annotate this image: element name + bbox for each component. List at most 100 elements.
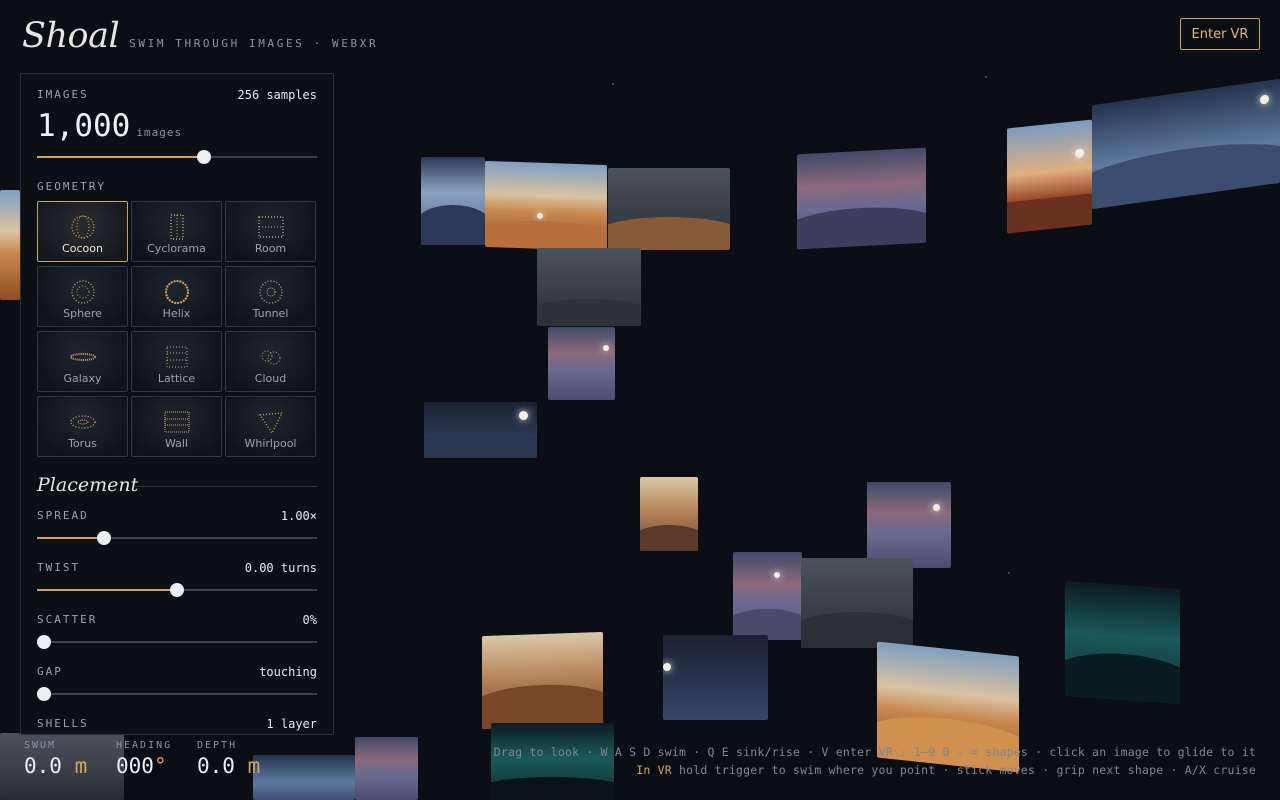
image-tile[interactable] <box>491 723 614 800</box>
geometry-option-wall[interactable]: Wall <box>131 396 222 457</box>
swum-unit: m <box>74 754 88 778</box>
geometry-option-label: Galaxy <box>63 372 102 385</box>
gap-value: touching <box>259 665 317 679</box>
slider-track <box>37 693 317 695</box>
star <box>612 83 614 85</box>
slider-fill <box>37 537 105 539</box>
images-samples: 256 samples <box>237 88 317 102</box>
geometry-option-label: Helix <box>162 307 191 320</box>
geometry-grid: Cocoon Cyclorama Room Sphere Helix Tunnel Gala… <box>37 201 317 457</box>
geometry-option-label: Whirlpool <box>244 437 297 450</box>
slider-thumb[interactable] <box>37 635 51 649</box>
geometry-option-helix[interactable]: Helix <box>131 266 222 327</box>
cloud-icon <box>258 344 284 370</box>
scatter-value: 0% <box>302 613 317 627</box>
gap-slider[interactable] <box>37 687 317 701</box>
twist-label: TWIST <box>37 561 81 574</box>
slider-track <box>37 641 317 643</box>
heading-label: HEADING <box>116 740 173 751</box>
placement-title: Placement <box>37 474 139 496</box>
app-brand: Shoal SWIM THROUGH IMAGES · WEBXR <box>22 16 378 56</box>
geometry-option-tunnel[interactable]: Tunnel <box>225 266 316 327</box>
geometry-option-label: Tunnel <box>252 307 289 320</box>
image-tile[interactable] <box>253 755 355 800</box>
geometry-option-label: Torus <box>68 437 97 450</box>
geometry-option-cyclorama[interactable]: Cyclorama <box>131 201 222 262</box>
image-tile[interactable] <box>548 327 615 400</box>
hud-depth: DEPTH 0.0 m <box>197 740 260 778</box>
slider-thumb[interactable] <box>196 150 211 164</box>
lattice-icon <box>164 344 190 370</box>
depth-unit: m <box>247 754 261 778</box>
geometry-option-room[interactable]: Room <box>225 201 316 262</box>
gap-label: GAP <box>37 665 63 678</box>
image-tile[interactable] <box>537 248 641 326</box>
wall-icon <box>164 409 190 435</box>
images-header: IMAGES 256 samples <box>37 88 317 102</box>
image-tile[interactable] <box>1007 119 1092 234</box>
enter-vr-button[interactable]: Enter VR <box>1180 18 1260 50</box>
swum-label: SWUM <box>24 740 57 751</box>
helix-icon <box>164 279 190 305</box>
spread-row: SPREAD 1.00× <box>37 509 317 523</box>
geometry-option-lattice[interactable]: Lattice <box>131 331 222 392</box>
images-slider[interactable] <box>37 150 317 164</box>
room-icon <box>257 214 284 240</box>
image-tile[interactable] <box>733 552 802 640</box>
image-tile[interactable] <box>355 737 418 800</box>
shells-value: 1 layer <box>266 717 317 731</box>
slider-thumb[interactable] <box>170 583 184 597</box>
image-tile[interactable] <box>485 160 607 252</box>
vr-controls-hint: In VR hold trigger to swim where you poi… <box>636 763 1256 777</box>
image-tile[interactable] <box>663 635 768 720</box>
image-tile[interactable] <box>867 482 951 568</box>
geometry-option-whirlpool[interactable]: Whirlpool <box>225 396 316 457</box>
app-title: Shoal <box>22 16 120 56</box>
heading-unit: ° <box>153 754 167 778</box>
placement-divider <box>134 486 317 487</box>
spread-slider[interactable] <box>37 531 317 545</box>
geometry-option-label: Room <box>254 242 287 255</box>
geometry-option-label: Lattice <box>157 372 196 385</box>
geometry-label: GEOMETRY <box>37 180 106 193</box>
slider-thumb[interactable] <box>97 531 112 545</box>
scatter-row: SCATTER 0% <box>37 613 317 627</box>
image-tile[interactable] <box>797 147 926 250</box>
image-tile[interactable] <box>608 168 730 250</box>
depth-value: 0.0 <box>197 754 235 778</box>
twist-slider[interactable] <box>37 583 317 597</box>
geometry-option-cocoon[interactable]: Cocoon <box>37 201 128 262</box>
geometry-option-label: Wall <box>164 437 189 450</box>
hud-heading: HEADING 000° <box>116 740 172 778</box>
cyclorama-icon <box>164 214 190 240</box>
star <box>1008 572 1010 574</box>
spread-value: 1.00× <box>280 509 317 523</box>
gap-row: GAP touching <box>37 665 317 679</box>
tunnel-icon <box>258 279 284 305</box>
galaxy-icon <box>69 344 96 370</box>
scatter-slider[interactable] <box>37 635 317 649</box>
image-tile[interactable] <box>0 190 20 300</box>
image-tile[interactable] <box>1065 580 1180 705</box>
image-tile[interactable] <box>640 477 698 551</box>
depth-label: DEPTH <box>197 740 238 751</box>
twist-row: TWIST 0.00 turns <box>37 561 317 575</box>
swum-value: 0.0 <box>24 754 62 778</box>
image-count-unit: images <box>136 126 183 139</box>
shells-label: SHELLS <box>37 717 89 730</box>
image-tile[interactable] <box>424 402 537 458</box>
heading-value: 000 <box>116 754 154 778</box>
image-tile[interactable] <box>421 157 485 245</box>
geometry-option-sphere[interactable]: Sphere <box>37 266 128 327</box>
torus-icon <box>69 409 96 435</box>
twist-value: 0.00 turns <box>244 561 317 575</box>
geometry-option-cloud[interactable]: Cloud <box>225 331 316 392</box>
cocoon-icon <box>70 214 96 240</box>
geometry-option-galaxy[interactable]: Galaxy <box>37 331 128 392</box>
image-tile[interactable] <box>482 631 603 730</box>
slider-thumb[interactable] <box>37 687 51 701</box>
image-tile[interactable] <box>1092 78 1280 210</box>
swum-readout: 0.0 m <box>24 754 87 778</box>
image-tile[interactable] <box>801 558 913 648</box>
geometry-option-torus[interactable]: Torus <box>37 396 128 457</box>
